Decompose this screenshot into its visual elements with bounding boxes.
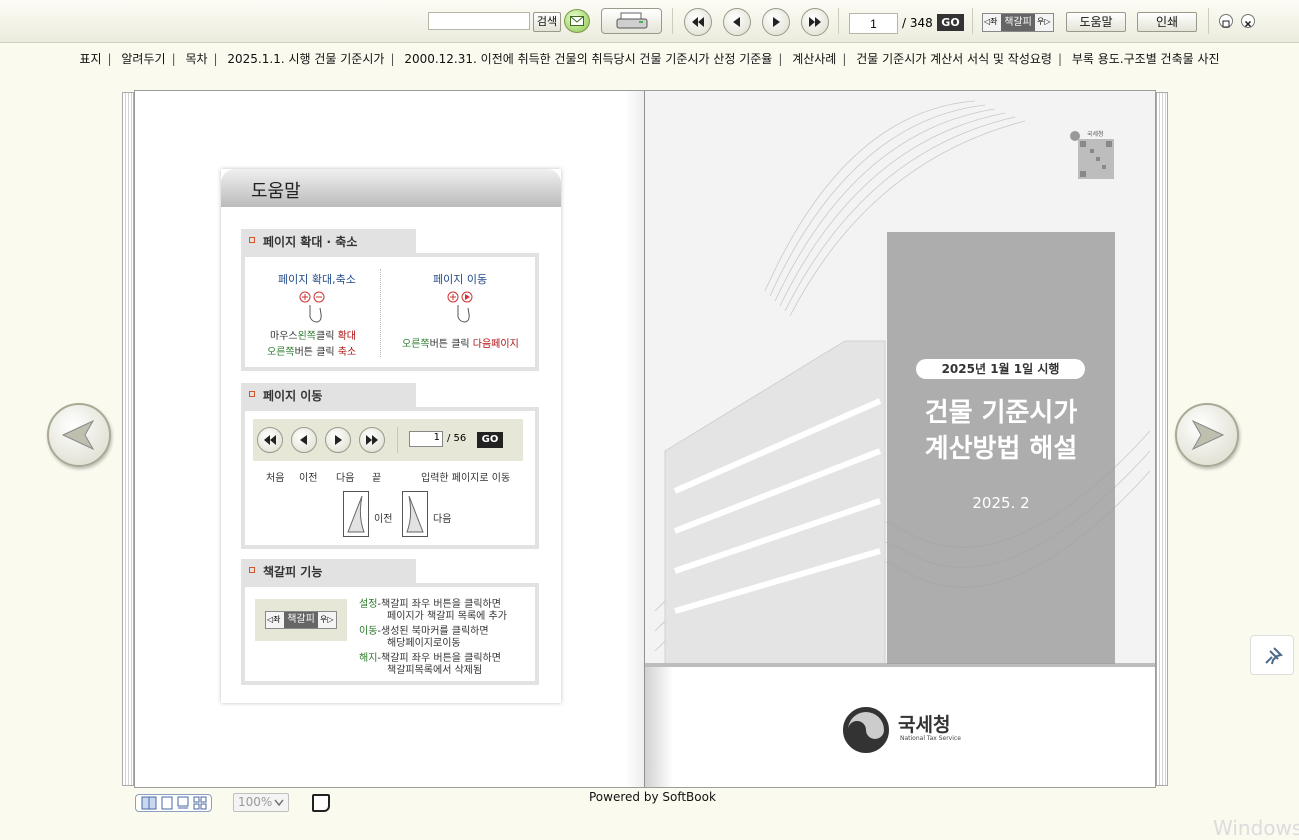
help-panel: 도움말 페이지 확대 · 축소 페이지 확대,축소 마우스왼쪽클릭 확대 오른쪽… [221,169,561,703]
book-viewer: 도움말 페이지 확대 · 축소 페이지 확대,축소 마우스왼쪽클릭 확대 오른쪽… [122,88,1168,790]
search-input[interactable] [428,12,530,30]
right-icon [773,17,780,27]
flip-prev-button[interactable] [47,403,111,467]
bookmark-label: 책갈피 [1001,14,1035,31]
org-name-en: National Tax Service [900,735,961,742]
section-title: 페이지 확대 · 축소 [263,235,358,249]
print-button[interactable]: 인쇄 [1137,12,1197,32]
right-page-edges [1156,92,1168,786]
menu-item-2000[interactable]: 2000.12.31. 이전에 취득한 건물의 취득당시 건물 기준시가 산정 … [404,52,772,66]
cover-year: 2025. 2 [972,494,1030,512]
email-icon[interactable] [564,9,590,33]
double-right-icon [809,17,821,27]
org-name-kr: 국세청 [898,714,951,736]
sample-bookmark-control: ◁좌 책갈피 우▷ [265,611,337,629]
zoom-select[interactable]: 100% [233,793,289,812]
floating-side-button[interactable] [1250,635,1294,675]
first-icon [257,427,283,453]
windows-watermark: Windows [1213,816,1299,840]
menu-item-examples[interactable]: 계산사례 [792,52,836,66]
cover-date-badge: 2025년 1월 1일 시행 [916,359,1085,379]
last-page-button[interactable] [801,8,829,36]
sample-page-input: 1 [409,431,443,447]
next-page-mouse-icon [447,291,473,323]
memo-icon[interactable] [312,794,330,812]
top-toolbar: 검색 / 348 GO ◁좌 책갈피 우▷ 도움말 인쇄 [0,0,1299,43]
scroll-view-icon[interactable] [177,796,189,809]
powered-by: Powered by SoftBook [589,790,716,804]
nts-logo: 국세청 National Tax Service [842,706,961,758]
menu-item-2025[interactable]: 2025.1.1. 시행 건물 기준시가 [227,52,384,66]
bullet-icon [249,567,255,573]
single-page-view-icon[interactable] [161,796,173,810]
double-left-icon [692,17,704,27]
help-header: 도움말 [221,169,561,207]
search-button[interactable]: 검색 [533,12,561,32]
left-arrow-icon [61,419,95,451]
chapter-menu: 표지 | 알려두기 | 목차 | 2025.1.1. 시행 건물 기준시가 | 2000… [79,52,1220,66]
help-title: 도움말 [251,181,301,202]
two-page-view-icon[interactable] [141,796,157,810]
bullet-icon [249,237,255,243]
chevron-down-icon [274,799,284,807]
help-section-bookmark: 책갈피 기능 ◁좌 책갈피 우▷ 설정-책갈피 좌우 버튼을 클릭하면 페이지가… [241,559,539,685]
next-page-button[interactable] [762,8,790,36]
last-icon [359,427,385,453]
page-number-input[interactable] [849,13,898,34]
taegeuk-logo-icon [843,707,889,753]
flip-next-button[interactable] [1175,403,1239,467]
help-button[interactable]: 도움말 [1066,12,1126,32]
left-page-edges [122,92,134,786]
menu-item-notice[interactable]: 알려두기 [121,52,165,66]
close-button[interactable] [1241,14,1255,28]
bullet-icon [249,391,255,397]
page-curl-prev-icon [343,491,369,537]
view-mode-switcher [135,794,212,812]
cover-stamp-text: 국세청 [1087,131,1104,138]
prev-page-button[interactable] [723,8,751,36]
print-preview-button[interactable] [601,8,662,34]
bookmark-control: ◁좌 책갈피 우▷ [982,13,1054,32]
cover-title-panel: 2025년 1월 1일 시행 건물 기준시가 계산방법 해설 2025. 2 [887,232,1115,664]
cover-title-line2: 계산방법 해설 [924,434,1078,464]
next-icon [325,427,351,453]
maximize-button[interactable] [1219,14,1233,28]
cover-title-line1: 건물 기준시가 [924,398,1078,428]
grid-view-icon[interactable] [193,796,207,810]
menu-item-appendix[interactable]: 부록 용도.구조별 건축물 사진 [1072,52,1220,66]
move-title: 페이지 이동 [433,273,488,286]
menu-item-toc[interactable]: 목차 [185,52,207,66]
close-icon [1244,20,1252,28]
bookmark-left-button[interactable]: ◁좌 [984,16,998,27]
right-arrow-icon [1191,419,1225,451]
qr-code-icon: 국세청 [1066,129,1118,185]
menu-item-forms[interactable]: 건물 기준시가 계산서 서식 및 작성요령 [856,52,1052,66]
go-button[interactable]: GO [937,14,964,31]
prev-icon [291,427,317,453]
section-title: 책갈피 기능 [263,565,323,579]
section-title: 페이지 이동 [263,389,323,403]
maximize-icon [1222,20,1230,28]
pin-icon [1265,647,1283,665]
printer-icon [616,12,648,29]
right-page-cover[interactable]: 국세청 2025년 1월 1일 시행 건물 기준시가 계산방법 해설 2025.… [645,90,1156,788]
help-section-navigation: 페이지 이동 1 / 56 GO 처음 이전 다음 끝 입력한 페이지로 이동 … [241,383,539,549]
bottom-bar: 100% Powered by SoftBook Windows [0,790,1299,840]
left-page[interactable]: 도움말 페이지 확대 · 축소 페이지 확대,축소 마우스왼쪽클릭 확대 오른쪽… [134,90,665,788]
page-total: / 348 [902,16,933,30]
help-section-zoom: 페이지 확대 · 축소 페이지 확대,축소 마우스왼쪽클릭 확대 오른쪽버튼 클… [241,229,539,373]
page-curl-next-icon [402,491,428,537]
zoom-title: 페이지 확대,축소 [278,273,356,286]
menu-item-cover[interactable]: 표지 [79,52,101,66]
left-icon [733,17,740,27]
first-page-button[interactable] [684,8,712,36]
bookmark-right-button[interactable]: 우▷ [1037,16,1051,27]
zoom-mouse-icon [299,291,325,323]
